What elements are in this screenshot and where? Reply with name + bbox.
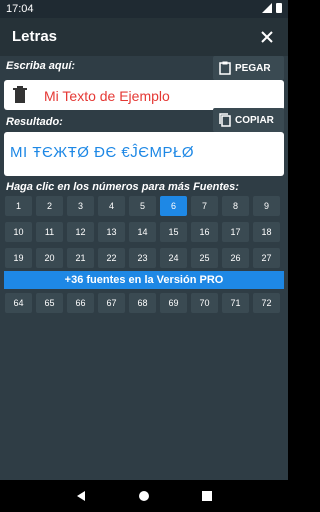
signal-icon — [262, 3, 272, 13]
font-number-6[interactable]: 6 — [160, 196, 187, 216]
pro-version-banner[interactable]: +36 fuentes en la Versión PRO — [4, 271, 284, 289]
font-number-10[interactable]: 10 — [5, 222, 32, 242]
system-nav-bar — [0, 480, 288, 512]
status-icons — [262, 3, 282, 13]
recents-icon[interactable] — [201, 490, 213, 502]
font-number-4[interactable]: 4 — [98, 196, 125, 216]
font-number-19[interactable]: 19 — [5, 248, 32, 268]
input-value: Mi Texto de Ejemplo — [44, 88, 170, 104]
font-number-22[interactable]: 22 — [98, 248, 125, 268]
font-number-69[interactable]: 69 — [160, 293, 187, 313]
status-bar: 17:04 — [0, 0, 288, 18]
font-number-26[interactable]: 26 — [222, 248, 249, 268]
font-number-1[interactable]: 1 — [5, 196, 32, 216]
input-label: Escriba aquí: — [6, 60, 76, 72]
font-number-16[interactable]: 16 — [191, 222, 218, 242]
font-number-24[interactable]: 24 — [160, 248, 187, 268]
font-number-7[interactable]: 7 — [191, 196, 218, 216]
app-bar: Letras — [0, 18, 288, 56]
font-number-3[interactable]: 3 — [67, 196, 94, 216]
font-number-grid: 1 2 3 4 5 6 7 8 9 10 11 12 13 14 15 16 17 18 19 20 21 22 23 24 2… — [5, 196, 283, 268]
font-number-68[interactable]: 68 — [129, 293, 156, 313]
battery-icon — [276, 3, 282, 13]
font-number-27[interactable]: 27 — [253, 248, 280, 268]
font-number-25[interactable]: 25 — [191, 248, 218, 268]
paste-button-label: PEGAR — [235, 62, 271, 74]
home-icon[interactable] — [138, 490, 150, 502]
trash-icon[interactable] — [12, 86, 28, 104]
font-number-15[interactable]: 15 — [160, 222, 187, 242]
font-number-11[interactable]: 11 — [36, 222, 63, 242]
font-number-66[interactable]: 66 — [67, 293, 94, 313]
font-number-64[interactable]: 64 — [5, 293, 32, 313]
font-number-12[interactable]: 12 — [67, 222, 94, 242]
font-number-17[interactable]: 17 — [222, 222, 249, 242]
font-number-21[interactable]: 21 — [67, 248, 94, 268]
close-icon[interactable] — [254, 24, 280, 50]
copy-icon — [219, 113, 231, 127]
font-number-14[interactable]: 14 — [129, 222, 156, 242]
font-number-8[interactable]: 8 — [222, 196, 249, 216]
result-box[interactable]: MI ŦЄЖŦØ ÐЄ €ĴЄMPŁØ — [4, 132, 284, 176]
main-content: Escriba aquí: PEGAR Mi Texto de Ejemplo … — [0, 56, 288, 480]
fonts-label: Haga clic en los números para más Fuente… — [6, 181, 239, 193]
font-number-grid-pro: 64 65 66 67 68 69 70 71 72 — [5, 293, 283, 313]
result-label: Resultado: — [6, 116, 63, 128]
status-time: 17:04 — [6, 3, 34, 15]
font-number-70[interactable]: 70 — [191, 293, 218, 313]
font-number-71[interactable]: 71 — [222, 293, 249, 313]
font-number-65[interactable]: 65 — [36, 293, 63, 313]
clipboard-icon — [219, 61, 231, 75]
font-number-18[interactable]: 18 — [253, 222, 280, 242]
font-number-2[interactable]: 2 — [36, 196, 63, 216]
copy-button-label: COPIAR — [235, 114, 274, 126]
font-number-13[interactable]: 13 — [98, 222, 125, 242]
font-number-20[interactable]: 20 — [36, 248, 63, 268]
paste-button[interactable]: PEGAR — [213, 56, 284, 80]
text-input[interactable]: Mi Texto de Ejemplo — [4, 80, 284, 110]
font-number-9[interactable]: 9 — [253, 196, 280, 216]
font-number-72[interactable]: 72 — [253, 293, 280, 313]
font-number-67[interactable]: 67 — [98, 293, 125, 313]
back-icon[interactable] — [75, 490, 87, 502]
copy-button[interactable]: COPIAR — [213, 108, 284, 132]
font-number-23[interactable]: 23 — [129, 248, 156, 268]
result-value: MI ŦЄЖŦØ ÐЄ €ĴЄMPŁØ — [10, 144, 195, 161]
font-number-5[interactable]: 5 — [129, 196, 156, 216]
app-title: Letras — [12, 28, 58, 45]
